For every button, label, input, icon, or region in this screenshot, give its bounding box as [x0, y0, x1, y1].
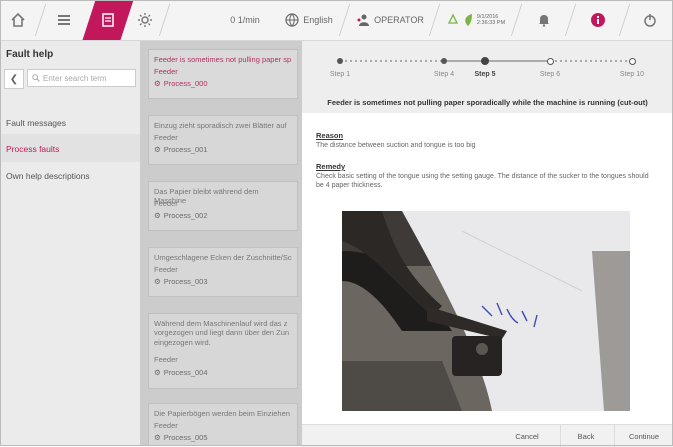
step-label: Step 4	[433, 71, 455, 78]
step-label: Step 1	[329, 71, 351, 78]
leaf-icon	[465, 14, 472, 26]
search-placeholder: Enter search term	[43, 73, 107, 83]
button-bar: Cancel Back Continue	[302, 424, 673, 447]
step-label: Step 6	[539, 71, 561, 78]
status-time: 2:36:33 PM	[476, 20, 506, 26]
nav-item-own-help-descriptions[interactable]: Own help descriptions	[6, 171, 90, 181]
document-icon	[102, 13, 114, 27]
recycle-icon	[447, 13, 458, 24]
language-label: English	[303, 15, 333, 25]
remedy-heading: Remedy	[316, 162, 346, 171]
remedy-text: Check basic setting of the tongue using …	[316, 173, 649, 190]
user-role-button[interactable]: OPERATOR	[350, 0, 430, 40]
step-dot-1[interactable]	[337, 58, 343, 64]
step-dot-5[interactable]	[481, 57, 489, 65]
role-label: OPERATOR	[374, 15, 424, 25]
reason-text: The distance between suction and tongue …	[316, 142, 476, 149]
list-overlay	[140, 41, 302, 446]
language-selector[interactable]: English	[278, 0, 340, 40]
notifications-button[interactable]	[522, 0, 566, 40]
left-panel: Fault help ❮ Enter search term Fault mes…	[0, 41, 140, 446]
remedy-photo	[342, 211, 630, 411]
power-icon	[644, 14, 656, 27]
search-input[interactable]: Enter search term	[27, 69, 136, 87]
step-track	[340, 60, 632, 62]
back-button[interactable]: ❮	[4, 69, 24, 89]
nav-item-process-faults[interactable]: Process faults	[6, 144, 59, 154]
reason-heading: Reason	[316, 131, 344, 140]
home-button[interactable]	[0, 0, 36, 40]
status-area: 9/1/2016 2:36:33 PM	[440, 0, 512, 40]
fault-headline: Feeder is sometimes not pulling paper sp…	[302, 93, 673, 113]
step-dot-4[interactable]	[441, 58, 447, 64]
step-dot-6[interactable]	[547, 58, 554, 65]
fault-detail-panel: Step 1 Step 4 Step 5 Step 6 Step 10 Feed…	[302, 41, 673, 447]
continue-button[interactable]: Continue	[614, 425, 673, 447]
search-icon	[32, 74, 40, 82]
search-bar: ❮ Enter search term	[4, 69, 136, 89]
bell-icon	[539, 15, 549, 27]
back-button[interactable]: Back	[560, 425, 611, 447]
operator-icon	[357, 14, 370, 26]
cancel-button[interactable]: Cancel	[498, 425, 556, 447]
step-label: Step 10	[619, 71, 645, 78]
step-dot-10[interactable]	[629, 58, 636, 65]
info-icon	[591, 13, 605, 27]
speed-display: 0 1/min	[230, 15, 260, 25]
database-icon	[58, 15, 70, 25]
globe-icon	[285, 13, 299, 27]
settings-button[interactable]	[130, 0, 160, 40]
nav-item-fault-messages[interactable]: Fault messages	[6, 118, 66, 128]
top-bar: 0 1/min English OPERATOR 9/1/2016 2:36:3…	[0, 0, 673, 41]
step-label-current: Step 5	[474, 71, 496, 78]
database-button[interactable]	[44, 0, 84, 40]
step-progress: Step 1 Step 4 Step 5 Step 6 Step 10	[302, 41, 673, 93]
info-button[interactable]	[576, 0, 620, 40]
chevron-left-icon: ❮	[9, 73, 19, 85]
gear-icon	[138, 13, 152, 27]
panel-title: Fault help	[6, 49, 54, 60]
power-button[interactable]	[630, 0, 670, 40]
fault-help-button[interactable]	[82, 0, 134, 40]
home-icon	[11, 12, 25, 27]
